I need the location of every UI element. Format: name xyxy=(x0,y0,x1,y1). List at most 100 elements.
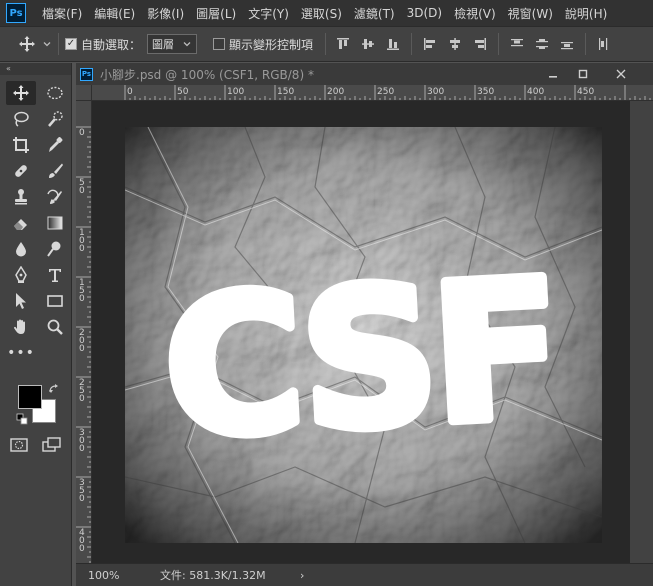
gradient-tool[interactable] xyxy=(40,211,70,235)
eyedropper-tool[interactable] xyxy=(40,133,70,157)
eraser-tool[interactable] xyxy=(6,211,36,235)
eyedropper-icon xyxy=(49,137,63,152)
eraser-icon xyxy=(14,219,27,230)
document-image[interactable]: CSF xyxy=(125,127,602,543)
lasso-tool[interactable] xyxy=(6,107,36,131)
gradient-icon xyxy=(47,216,63,230)
auto-select-label: 自動選取： xyxy=(81,37,142,52)
photoshop-logo: Ps xyxy=(6,3,26,23)
options-bar: ✓ 自動選取： 圖層 顯示變形控制項 xyxy=(0,26,653,62)
crop-tool[interactable] xyxy=(6,133,36,157)
divider xyxy=(411,33,413,55)
ruler-label: 450 xyxy=(577,87,595,97)
blur-tool[interactable] xyxy=(6,237,36,261)
align-top-icon[interactable] xyxy=(336,37,350,51)
type-tool[interactable] xyxy=(40,263,70,287)
menu-file[interactable]: 檔案(F) xyxy=(36,5,88,22)
distribute-bottom-icon[interactable] xyxy=(560,37,574,51)
ruler-label: 150 xyxy=(79,278,85,304)
menu-help[interactable]: 說明(H) xyxy=(559,5,613,22)
auto-select-checkbox[interactable]: ✓ 自動選取： xyxy=(65,36,147,53)
rectangle-tool[interactable] xyxy=(40,289,70,313)
stamp-tool[interactable] xyxy=(6,185,36,209)
screen-mode-icon[interactable] xyxy=(42,437,62,453)
align-left-icon[interactable] xyxy=(423,37,437,51)
brush-tool[interactable] xyxy=(40,159,70,183)
ruler-label: 300 xyxy=(427,87,445,97)
document-title: 小腳步.psd @ 100% (CSF1, RGB/8) * xyxy=(100,67,314,82)
more-icon: ••• xyxy=(7,345,35,361)
rectangle-icon xyxy=(47,295,63,307)
minimize-button[interactable] xyxy=(538,63,568,85)
align-vertical-center-icon[interactable] xyxy=(361,37,375,51)
status-bar: 100% 文件: 581.3K/1.32M › xyxy=(76,563,653,586)
canvas-area[interactable]: CSF xyxy=(92,101,630,563)
distribute-top-icon[interactable] xyxy=(510,37,524,51)
distribute-center-icon[interactable] xyxy=(535,37,549,51)
menu-image[interactable]: 影像(I) xyxy=(141,5,190,22)
zoom-level[interactable]: 100% xyxy=(88,569,160,582)
horizontal-ruler: 0 50 100 150 200 250 300 350 400 450 xyxy=(92,85,653,101)
menu-3d[interactable]: 3D(D) xyxy=(401,6,448,20)
align-bottom-icon[interactable] xyxy=(386,37,400,51)
move-tool[interactable] xyxy=(6,81,36,105)
zoom-tool[interactable] xyxy=(40,315,70,339)
menu-filter[interactable]: 濾鏡(T) xyxy=(348,5,401,22)
align-controls xyxy=(336,33,611,55)
default-colors-icon[interactable] xyxy=(16,413,28,425)
hand-icon xyxy=(14,319,25,334)
swap-colors-icon[interactable] xyxy=(48,383,60,395)
pen-tool[interactable] xyxy=(6,263,36,287)
ruler-label: 400 xyxy=(79,528,85,554)
hand-tool[interactable] xyxy=(6,315,36,339)
menu-select[interactable]: 選取(S) xyxy=(295,5,348,22)
ruler-label: 100 xyxy=(227,87,245,97)
divider xyxy=(325,33,327,55)
show-transform-checkbox[interactable]: 顯示變形控制項 xyxy=(213,36,313,53)
tool-preset-picker[interactable] xyxy=(18,35,52,53)
menu-edit[interactable]: 編輯(E) xyxy=(88,5,141,22)
history-brush-tool[interactable] xyxy=(40,185,70,209)
menu-layer[interactable]: 圖層(L) xyxy=(190,5,242,22)
menu-window[interactable]: 視窗(W) xyxy=(502,5,559,22)
align-horizontal-center-icon[interactable] xyxy=(448,37,462,51)
color-swatches[interactable] xyxy=(16,383,64,427)
align-right-icon[interactable] xyxy=(473,37,487,51)
document-tab[interactable]: Ps 小腳步.psd @ 100% (CSF1, RGB/8) * xyxy=(76,63,314,85)
show-transform-label: 顯示變形控制項 xyxy=(229,37,314,52)
ruler-label: 0 xyxy=(127,87,133,97)
foreground-color-swatch[interactable] xyxy=(18,385,42,409)
healing-tool[interactable] xyxy=(6,159,36,183)
ruler-label: 200 xyxy=(327,87,345,97)
quick-mask-icon[interactable] xyxy=(10,437,28,453)
clone-stamp-icon xyxy=(15,189,27,205)
edit-toolbar-button[interactable]: ••• xyxy=(6,341,36,365)
restore-button[interactable] xyxy=(568,63,598,85)
menu-view[interactable]: 檢視(V) xyxy=(448,5,502,22)
magnifier-icon xyxy=(47,319,63,335)
quick-select-tool[interactable] xyxy=(40,107,70,131)
checkbox-icon xyxy=(213,38,226,50)
quick-select-icon xyxy=(48,111,63,127)
vertical-scrollbar[interactable] xyxy=(630,101,653,563)
path-select-tool[interactable] xyxy=(6,289,36,313)
divider xyxy=(585,33,587,55)
ruler-label: 150 xyxy=(277,87,295,97)
ruler-label: 200 xyxy=(79,328,85,354)
move-icon xyxy=(19,36,35,52)
mode-buttons xyxy=(10,437,62,453)
distribute-left-icon[interactable] xyxy=(597,37,611,51)
divider xyxy=(498,33,500,55)
tools-panel: « ••• xyxy=(0,63,72,586)
status-menu-arrow[interactable]: › xyxy=(300,569,304,582)
collapse-panel-icon[interactable]: « xyxy=(0,63,71,75)
marquee-tool[interactable] xyxy=(40,81,70,105)
menu-type[interactable]: 文字(Y) xyxy=(242,5,295,22)
dodge-tool[interactable] xyxy=(40,237,70,261)
type-t-icon xyxy=(49,269,61,282)
ps-document-icon: Ps xyxy=(80,67,93,81)
auto-select-dropdown[interactable]: 圖層 xyxy=(147,34,198,54)
ruler-corner xyxy=(76,85,92,101)
blur-drop-icon xyxy=(16,242,26,257)
close-button[interactable] xyxy=(606,63,636,85)
